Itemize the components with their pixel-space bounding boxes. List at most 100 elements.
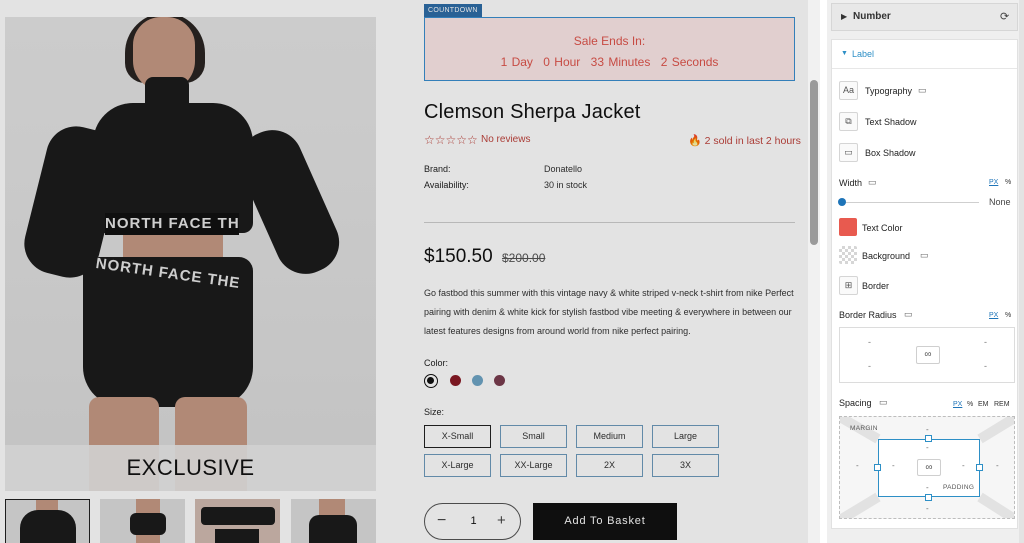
- unit-percent[interactable]: %: [1005, 179, 1011, 186]
- canvas-scrollbar[interactable]: [808, 0, 820, 543]
- countdown-values: 1 Day 0 Hour 33 Minutes 2 Seconds: [425, 55, 794, 69]
- size-option[interactable]: X-Small: [424, 425, 491, 448]
- divider: [424, 222, 795, 223]
- radius-top-right[interactable]: -: [984, 337, 987, 347]
- settings-panel: ▶ Number ⟳ ▼ Label Aa Typography ▭ ⧉ Tex…: [827, 0, 1024, 543]
- refresh-icon[interactable]: ⟳: [1000, 10, 1009, 23]
- quantity-stepper: − 1 +: [424, 503, 521, 540]
- color-swatch-plum[interactable]: [494, 375, 505, 386]
- fire-icon: 🔥: [688, 135, 702, 147]
- typography-icon[interactable]: Aa: [839, 81, 858, 100]
- box-shadow-icon[interactable]: ▭: [839, 143, 858, 162]
- radius-bottom-right[interactable]: -: [984, 361, 987, 371]
- border-label[interactable]: Border: [862, 281, 889, 291]
- quantity-value[interactable]: 1: [425, 515, 522, 527]
- color-swatch-blue[interactable]: [472, 375, 483, 386]
- padding-left-value[interactable]: -: [892, 461, 895, 470]
- padding-top-handle[interactable]: [925, 435, 932, 442]
- margin-left-value[interactable]: -: [856, 461, 859, 470]
- plus-icon[interactable]: +: [497, 512, 506, 529]
- label-section: ▼ Label Aa Typography ▭ ⧉ Text Shadow ▭ …: [831, 39, 1018, 529]
- color-swatch-red[interactable]: [450, 375, 461, 386]
- border-radius-label: Border Radius: [839, 310, 897, 320]
- spacing-label: Spacing: [839, 398, 872, 408]
- link-icon[interactable]: ∞: [916, 346, 940, 364]
- color-swatch-black[interactable]: [424, 374, 438, 388]
- typography-label[interactable]: Typography: [865, 86, 912, 96]
- countdown-seconds: 2 Seconds: [660, 55, 719, 69]
- unit-rem[interactable]: REM: [994, 401, 1010, 408]
- padding-right-handle[interactable]: [976, 464, 983, 471]
- size-option[interactable]: XX-Large: [500, 454, 567, 477]
- product-thumbnail[interactable]: [100, 499, 185, 543]
- desktop-icon[interactable]: ▭: [918, 85, 927, 96]
- padding-left-handle[interactable]: [874, 464, 881, 471]
- sale-ends-title: Sale Ends In:: [573, 34, 646, 48]
- box-shadow-label[interactable]: Box Shadow: [865, 148, 916, 158]
- width-slider-track[interactable]: [842, 202, 979, 203]
- brand-label: Brand:: [424, 164, 451, 174]
- text-shadow-label[interactable]: Text Shadow: [865, 117, 917, 127]
- old-price: $200.00: [502, 251, 546, 265]
- size-option[interactable]: Medium: [576, 425, 643, 448]
- unit-em[interactable]: EM: [978, 401, 989, 408]
- padding-bottom-value[interactable]: -: [926, 483, 929, 492]
- unit-percent[interactable]: %: [1005, 312, 1011, 319]
- border-icon[interactable]: ⊞: [839, 276, 858, 295]
- desktop-icon[interactable]: ▭: [868, 177, 877, 188]
- padding-right-value[interactable]: -: [962, 461, 965, 470]
- text-shadow-icon[interactable]: ⧉: [839, 112, 858, 131]
- unit-px[interactable]: PX: [953, 401, 962, 408]
- preview-canvas: NORTH FACE THE NORTH FACE THE EXCLUSIVE …: [0, 0, 820, 543]
- text-color-swatch[interactable]: [839, 218, 857, 236]
- countdown-widget[interactable]: Sale Ends In: 1 Day 0 Hour 33 Minutes 2 …: [424, 17, 795, 81]
- brand-value: Donatello: [544, 164, 583, 174]
- waistband-print: NORTH FACE THE: [105, 213, 239, 235]
- margin-bottom-value[interactable]: -: [926, 504, 929, 513]
- radius-top-left[interactable]: -: [868, 337, 871, 347]
- background-swatch[interactable]: [839, 246, 857, 264]
- margin-top-value[interactable]: -: [926, 425, 929, 434]
- countdown-days: 1 Day: [500, 55, 533, 69]
- unit-px[interactable]: PX: [989, 179, 998, 186]
- product-thumbnail[interactable]: [291, 499, 376, 543]
- size-option[interactable]: Large: [652, 425, 719, 448]
- size-option[interactable]: 3X: [652, 454, 719, 477]
- padding-top-value[interactable]: -: [926, 443, 929, 452]
- product-thumbnail[interactable]: [5, 499, 90, 543]
- padding-bottom-handle[interactable]: [925, 494, 932, 501]
- width-value[interactable]: None: [989, 197, 1011, 207]
- panel-scrollbar[interactable]: [1019, 0, 1024, 543]
- add-to-basket-button[interactable]: Add To Basket: [533, 503, 677, 540]
- text-color-label[interactable]: Text Color: [862, 223, 903, 233]
- exclusive-banner: EXCLUSIVE: [5, 445, 376, 491]
- product-title: Clemson Sherpa Jacket: [424, 101, 641, 123]
- section-label-title: Label: [852, 49, 875, 59]
- size-label: Size:: [424, 407, 445, 417]
- desktop-icon[interactable]: ▭: [920, 250, 929, 261]
- sold-text: 2 sold in last 2 hours: [704, 135, 801, 147]
- unit-percent[interactable]: %: [967, 401, 973, 408]
- availability-value: 30 in stock: [544, 180, 588, 190]
- desktop-icon[interactable]: ▭: [879, 397, 888, 408]
- margin-right-value[interactable]: -: [996, 461, 999, 470]
- product-thumbnail[interactable]: [195, 499, 280, 543]
- unit-px[interactable]: PX: [989, 312, 998, 319]
- size-option[interactable]: Small: [500, 425, 567, 448]
- reviews-link[interactable]: No reviews: [481, 133, 530, 147]
- caret-down-icon: ▼: [841, 50, 848, 57]
- canvas-scroll-thumb[interactable]: [810, 80, 818, 245]
- background-label[interactable]: Background: [862, 251, 910, 261]
- width-label: Width: [839, 178, 863, 188]
- product-main-image[interactable]: NORTH FACE THE NORTH FACE THE EXCLUSIVE: [5, 17, 376, 491]
- countdown-widget-tag[interactable]: COUNTDOWN: [424, 4, 482, 17]
- section-number-header[interactable]: ▶ Number ⟳: [831, 3, 1018, 31]
- link-icon[interactable]: ∞: [917, 459, 941, 476]
- desktop-icon[interactable]: ▭: [904, 309, 913, 320]
- rating-stars-icon[interactable]: ☆☆☆☆☆: [424, 133, 478, 147]
- radius-bottom-left[interactable]: -: [868, 361, 871, 371]
- width-slider-handle[interactable]: [838, 198, 846, 206]
- section-label-header[interactable]: ▼ Label: [832, 40, 1017, 69]
- size-option[interactable]: 2X: [576, 454, 643, 477]
- size-option[interactable]: X-Large: [424, 454, 491, 477]
